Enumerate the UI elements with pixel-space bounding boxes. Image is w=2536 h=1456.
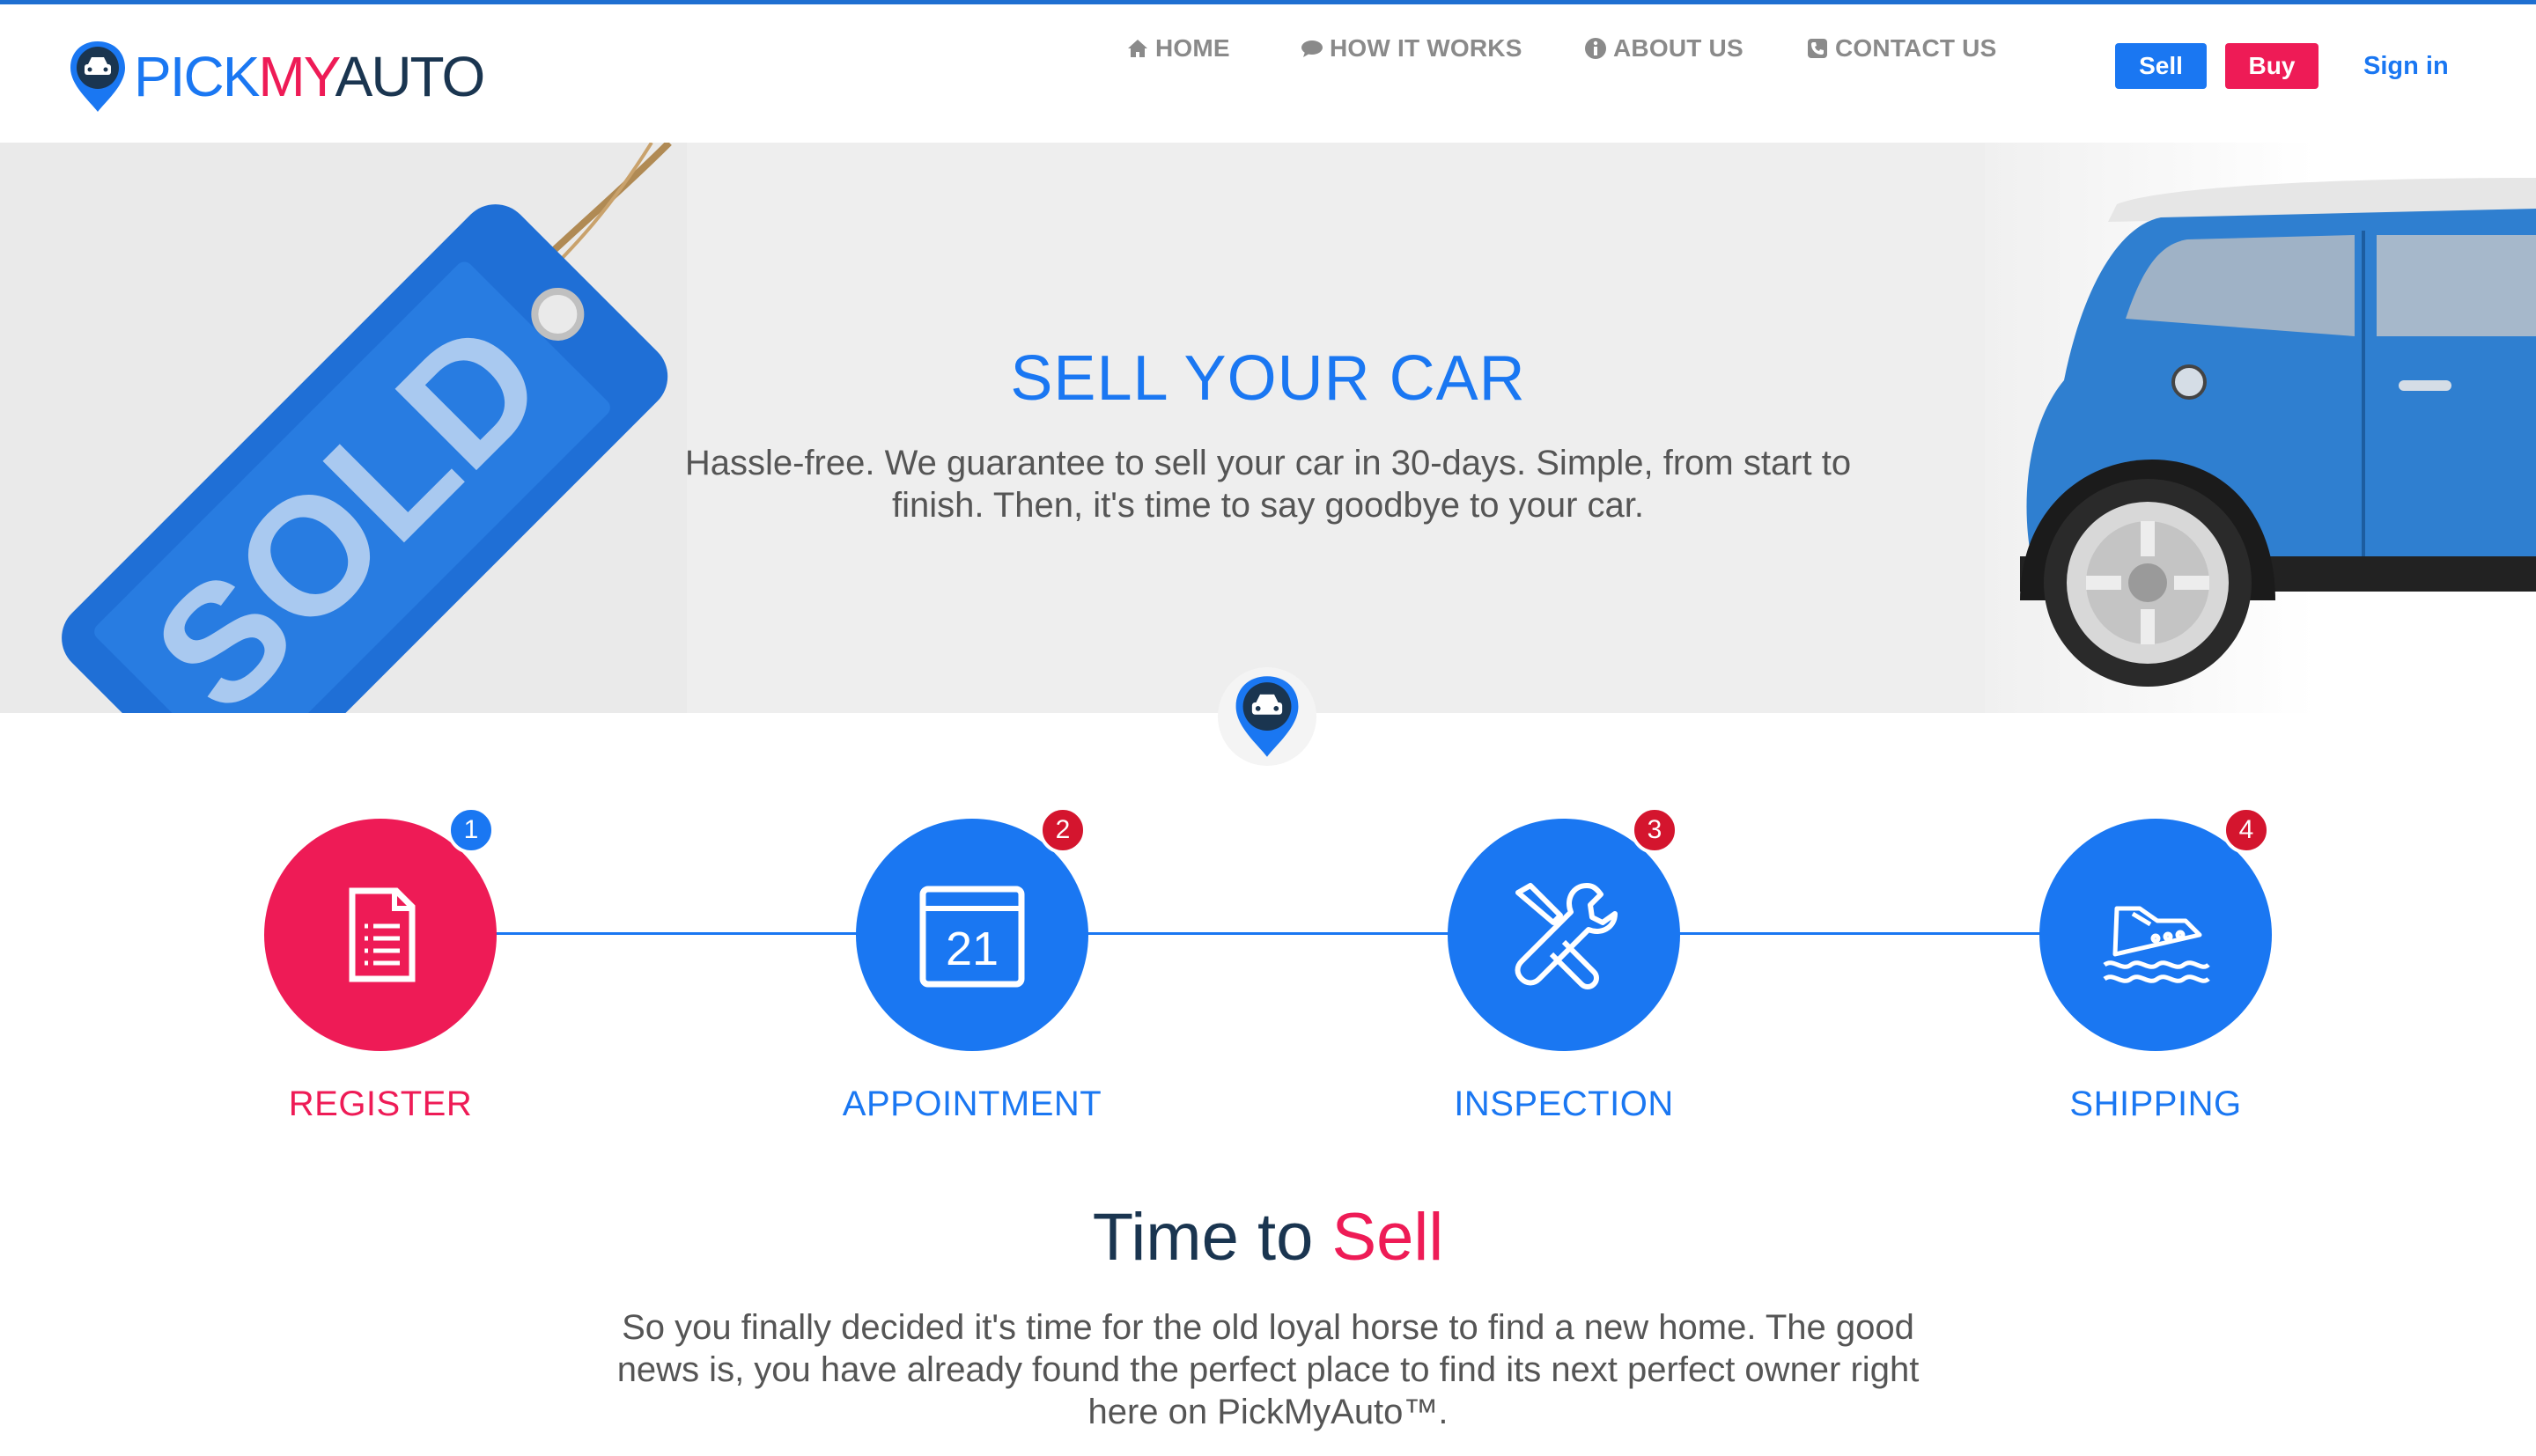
calendar-day: 21 (946, 923, 999, 975)
blue-car-illustration (2020, 178, 2536, 687)
nav-about-label: ABOUT US (1613, 34, 1744, 62)
logo-pin-icon (70, 41, 125, 112)
step-circle[interactable] (2039, 819, 2272, 1051)
sold-tag-image: SOLD (0, 143, 687, 713)
sell-button[interactable]: Sell (2115, 43, 2207, 89)
site-header: PICKMYAUTO HOME HOW IT WORKS ABOUT US CO… (0, 4, 2536, 143)
center-logo-pin (1218, 667, 1316, 766)
tools-icon (1515, 883, 1618, 989)
step-number-badge: 3 (1631, 806, 1678, 854)
nav-home[interactable]: HOME (1125, 34, 1230, 63)
step-connector (1085, 932, 1455, 935)
car-image (1985, 143, 2536, 713)
step-label[interactable]: SHIPPING (1969, 1085, 2342, 1124)
hero-description: Hassle-free. We guarantee to sell your c… (684, 444, 1852, 525)
sign-in-link[interactable]: Sign in (2363, 52, 2449, 81)
nav-contact-us[interactable]: CONTACT US (1805, 34, 1996, 63)
nav-home-label: HOME (1155, 34, 1230, 62)
step-number-badge: 2 (1039, 806, 1087, 854)
step-number-badge: 1 (447, 806, 495, 854)
step-label[interactable]: REGISTER (194, 1085, 567, 1124)
step-label[interactable]: INSPECTION (1377, 1085, 1751, 1124)
hero-banner: SOLD SELL YOUR CAR Hassle-free. We guara… (0, 143, 2536, 713)
time-to-sell-heading: Time to Sell (0, 1204, 2536, 1271)
phone-icon (1808, 39, 1827, 58)
step-circle[interactable] (1448, 819, 1680, 1051)
hero-title: SELL YOUR CAR (1010, 343, 1526, 414)
step-circle[interactable] (264, 819, 497, 1051)
calendar-icon: 21 (919, 886, 1025, 988)
info-icon (1585, 38, 1606, 59)
time-to-sell-text: So you finally decided it's time for the… (616, 1308, 1920, 1431)
home-icon (1128, 40, 1147, 57)
comments-icon (1301, 40, 1323, 57)
logo-wordmark: PICKMYAUTO (134, 45, 486, 108)
buy-button[interactable]: Buy (2225, 43, 2319, 89)
step-connector (1677, 932, 2046, 935)
step-circle[interactable]: 21 (856, 819, 1088, 1051)
heading-accent: Sell (1331, 1200, 1444, 1275)
logo-part-pick: PICK (134, 45, 260, 108)
logo-pin-icon (1235, 676, 1299, 757)
heading-part-1: Time to (1092, 1200, 1332, 1275)
process-steps: 1 REGISTER 21 2 APPOINTMENT 3 INSPECTION (0, 806, 2536, 1144)
ship-icon (2103, 906, 2210, 983)
step-number-badge: 4 (2223, 806, 2270, 854)
brand-logo[interactable]: PICKMYAUTO (67, 40, 486, 114)
document-icon (349, 887, 416, 982)
logo-part-auto: AUTO (335, 45, 486, 108)
nav-how-label: HOW IT WORKS (1330, 34, 1522, 62)
nav-about-us[interactable]: ABOUT US (1583, 34, 1744, 63)
logo-part-my: MY (258, 45, 336, 108)
step-connector (493, 932, 863, 935)
nav-contact-label: CONTACT US (1835, 34, 1997, 62)
sold-tag-illustration: SOLD (62, 143, 672, 713)
step-label[interactable]: APPOINTMENT (785, 1085, 1159, 1124)
nav-how-it-works[interactable]: HOW IT WORKS (1300, 34, 1522, 63)
